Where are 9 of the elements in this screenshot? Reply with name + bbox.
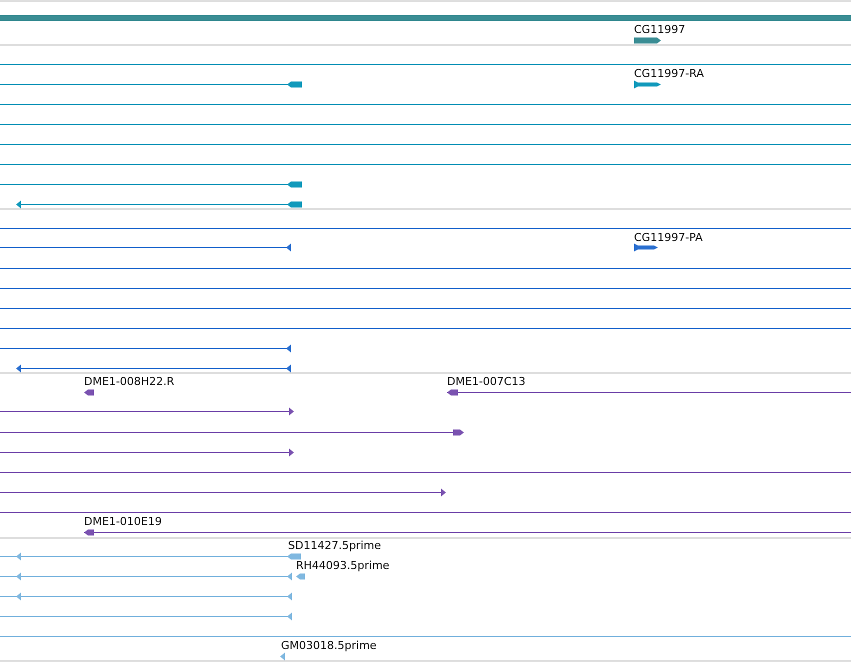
feature-label: CG11997-PA: [634, 231, 703, 244]
feature-label: RH44093.5prime: [296, 559, 390, 572]
feature-label: CG11997-RA: [634, 67, 704, 80]
feature-label: DME1-008H22.R: [84, 375, 174, 388]
feature-label: SD11427.5prime: [288, 539, 381, 552]
feature-label: DME1-007C13: [447, 375, 526, 388]
feature-label: DME1-010E19: [84, 515, 162, 528]
feature-label: GM03018.5prime: [281, 639, 377, 652]
feature-label: CG11997: [634, 23, 686, 36]
